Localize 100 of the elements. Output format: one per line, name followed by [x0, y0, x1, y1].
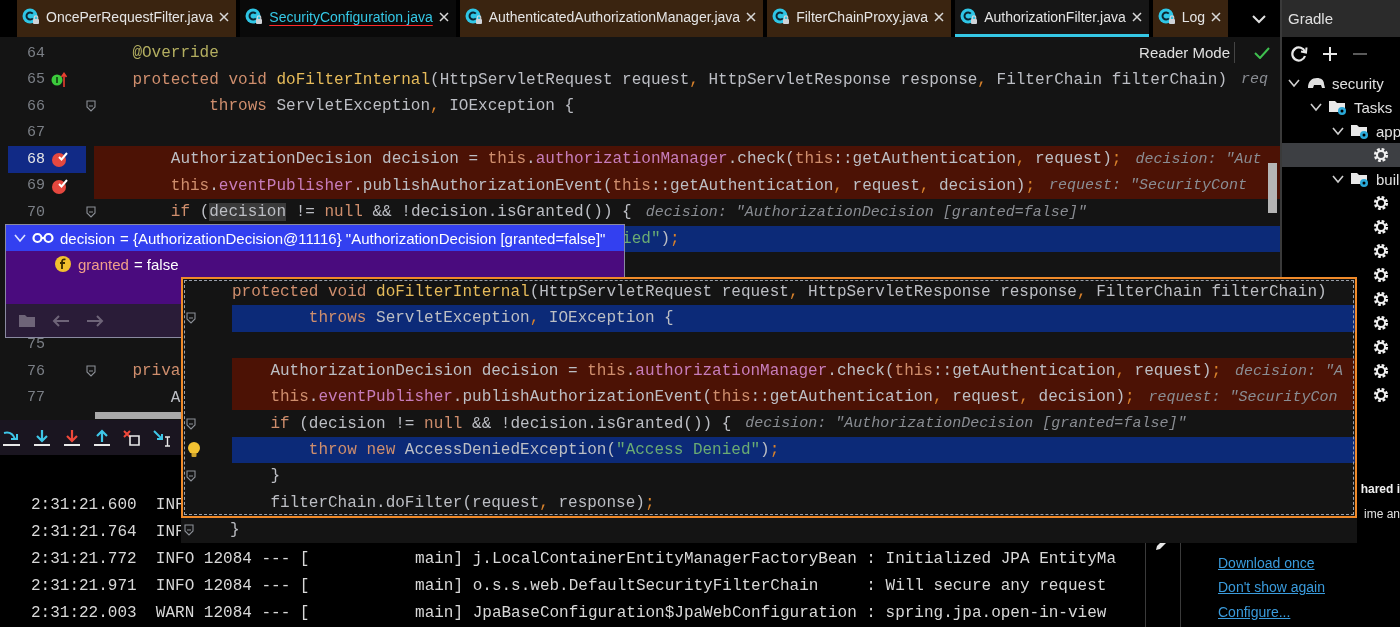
close-icon[interactable] — [934, 12, 945, 22]
class-file-icon — [22, 8, 40, 26]
line-number: 77 — [26, 389, 45, 407]
close-icon[interactable] — [1131, 12, 1142, 22]
gear-icon — [1372, 314, 1390, 332]
lightbulb-icon[interactable] — [186, 440, 202, 459]
line-number: 67 — [26, 124, 45, 142]
editor-tab[interactable]: SecurityConfiguration.java — [240, 0, 456, 37]
x-box-icon[interactable] — [122, 428, 142, 447]
line-number: 70 — [26, 203, 45, 221]
notification-title: hared i — [1359, 481, 1400, 498]
editor-tab[interactable]: AuthorizationFilter.java — [955, 0, 1149, 37]
close-icon[interactable] — [438, 12, 449, 22]
tree-item[interactable]: Tasks — [1354, 98, 1393, 116]
cursor-arrow-icon[interactable] — [152, 428, 172, 447]
gear-icon — [1372, 290, 1390, 308]
editor-tab[interactable]: FilterChainProxy.java — [767, 0, 952, 37]
notification-link[interactable]: Download once — [1181, 550, 1400, 575]
chevron-icon[interactable] — [1288, 77, 1300, 89]
folder-gear-icon — [1350, 122, 1370, 140]
inline-hint: request: "SecurityCon — [1148, 388, 1338, 406]
chevron-down-icon[interactable] — [1252, 13, 1266, 24]
code-line: throw new AccessDeniedException("Access Denied"); — [308, 440, 780, 459]
gear-icon — [1372, 386, 1390, 404]
code-line: this.eventPublisher.publishAuthorizationEvent(this::getAuthentication, request, decision); — [170, 176, 1035, 195]
folder-gear-icon — [1328, 98, 1348, 116]
fold-marker-icon[interactable] — [86, 365, 96, 378]
gear-icon — [1372, 338, 1390, 356]
code-line: A — [170, 388, 181, 407]
fold-marker-icon[interactable] — [184, 524, 194, 537]
chevron-icon[interactable] — [1310, 101, 1322, 113]
code-line: throws ServletException, IOException { — [209, 97, 575, 116]
line-number: 68 — [26, 150, 45, 168]
inline-hint: decision: "AuthorizationDecision [granted=false]" — [745, 415, 1187, 433]
class-file-icon — [772, 8, 791, 26]
back-arrow-icon[interactable] — [52, 313, 70, 328]
code-line: AuthorizationDecision decision = this.authorizationManager.check(this::getAuthentication, request); — [270, 362, 1221, 381]
class-file-icon — [1157, 8, 1176, 26]
down-arrow-icon[interactable] — [32, 428, 52, 447]
close-icon[interactable] — [219, 12, 230, 22]
code-line: protected void doFilterInternal(HttpServletRequest request, HttpServletResponse response, FilterChain filterChain) — [232, 283, 1327, 302]
refresh-icon[interactable] — [1290, 45, 1308, 63]
line-number: 76 — [26, 362, 45, 380]
breakpoint-icon[interactable] — [51, 150, 69, 169]
code-line: } — [270, 467, 280, 486]
notification-link[interactable]: Configure... — [1181, 599, 1400, 624]
code-line: priva — [132, 362, 181, 381]
fold-marker-icon[interactable] — [186, 312, 196, 325]
code-line: } — [230, 521, 240, 540]
folder-gear-icon — [1350, 170, 1370, 188]
code-line: filterChain.doFilter(request, response); — [270, 493, 655, 512]
fold-marker-icon[interactable] — [186, 470, 196, 483]
log-line: 2:31:21.971 INFO 12084 --- [ main] o.s.s.web.DefaultSecurityFilterChain : Will secure any request — [30, 576, 1107, 597]
close-icon[interactable] — [1211, 12, 1222, 22]
code-line: @Override — [132, 44, 219, 63]
notification-link[interactable]: Don't show again — [1181, 575, 1400, 600]
line-number: 69 — [26, 177, 45, 195]
tree-item[interactable]: buil — [1376, 170, 1400, 188]
fold-marker-icon[interactable] — [86, 206, 96, 219]
tree-item[interactable]: security — [1332, 74, 1384, 92]
scrollbar-thumb[interactable] — [1268, 163, 1277, 213]
inline-hint: request: "SecurityCont — [1049, 177, 1248, 195]
override-icon[interactable] — [51, 70, 69, 89]
variable-value: decision = {AuthorizationDecision@11116} "AuthorizationDecision [granted=false]" — [60, 229, 606, 247]
gear-icon — [1372, 242, 1390, 260]
editor-tab[interactable]: AuthenticatedAuthorizationManager.java — [459, 0, 764, 37]
inline-hint: decision: "Aut — [1135, 150, 1262, 168]
editor-tab[interactable]: Log — [1152, 0, 1229, 37]
reader-mode-button[interactable]: Reader Mode — [1135, 42, 1235, 63]
line-number: 65 — [26, 71, 45, 89]
line-number: 64 — [26, 44, 45, 62]
inline-hint: decision: "A — [1235, 362, 1344, 380]
forward-arrow-icon[interactable] — [86, 313, 104, 328]
down-arrow-icon[interactable] — [62, 428, 82, 447]
chevron-icon[interactable] — [1332, 173, 1344, 185]
selected-variable-row[interactable]: decision = {AuthorizationDecision@11116} "AuthorizationDecision [granted=false]" — [6, 225, 624, 251]
chevron-icon[interactable] — [1332, 125, 1344, 137]
code-line: throws ServletException, IOException { — [308, 309, 674, 328]
plus-icon[interactable] — [1322, 46, 1338, 62]
line-number: 75 — [26, 336, 45, 354]
folder-icon[interactable] — [18, 312, 36, 329]
field-icon — [54, 255, 72, 273]
checkmark-icon[interactable] — [1254, 47, 1270, 59]
code-line: ied"); — [622, 229, 680, 248]
gear-icon — [1372, 266, 1390, 284]
editor-tab[interactable]: OncePerRequestFilter.java — [17, 0, 237, 37]
selected-tree-row[interactable] — [1282, 143, 1400, 167]
log-line: 2:31:22.003 WARN 12084 --- [ main] JpaBaseConfiguration$JpaWebConfiguration : spring.jpa.open-in-view — [30, 603, 1107, 624]
class-file-icon — [245, 8, 264, 26]
fold-marker-icon[interactable] — [186, 417, 196, 430]
code-line: AuthorizationDecision decision = this.authorizationManager.check(this::getAuthentication, request); — [170, 150, 1122, 169]
code-line: if (decision != null && !decision.isGranted()) { — [170, 203, 632, 222]
up-arrow-icon[interactable] — [92, 428, 112, 447]
fold-marker-icon[interactable] — [86, 100, 96, 113]
code-line: this.eventPublisher.publishAuthorizationEvent(this::getAuthentication, request, decision); — [270, 388, 1135, 407]
close-icon[interactable] — [746, 12, 757, 22]
gear-icon — [1372, 194, 1390, 212]
tree-item[interactable]: app — [1376, 122, 1400, 140]
line-number: 66 — [26, 97, 45, 115]
inline-hint: decision: "AuthorizationDecision [granted=false]" — [645, 203, 1087, 221]
